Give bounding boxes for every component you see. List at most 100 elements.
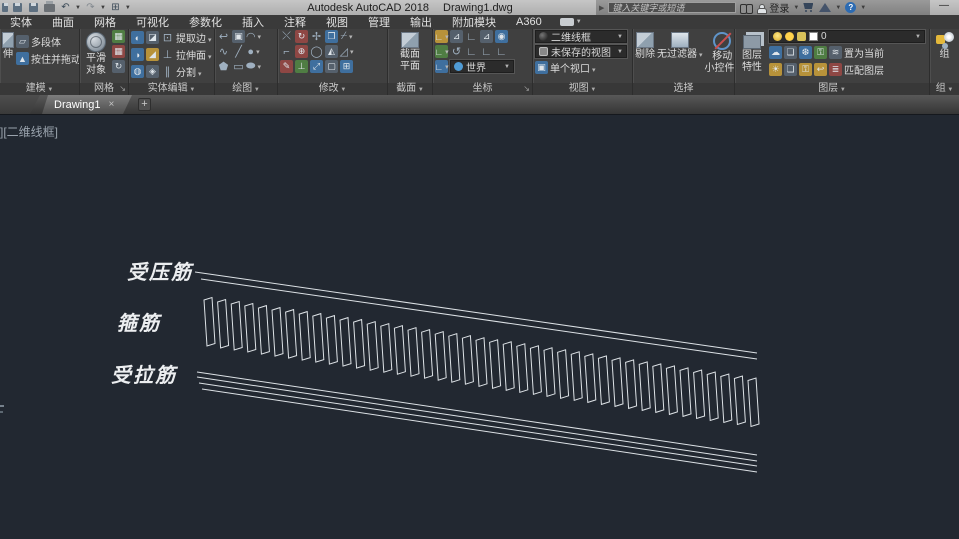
mesh-refine-icon[interactable]: ▦ <box>112 30 125 43</box>
undo-dropdown-icon[interactable]: ▼ <box>75 5 81 11</box>
move-gizmo-button[interactable]: 移动 小控件 <box>705 30 734 82</box>
layer-prev-icon[interactable]: ↩ <box>814 63 827 76</box>
layer-freeze-icon[interactable]: ❆ <box>799 46 812 59</box>
a360-icon[interactable] <box>819 3 831 12</box>
minimize-button[interactable]: — <box>939 0 949 11</box>
tab-parametric[interactable]: 参数化 <box>179 15 232 29</box>
ucs-view-icon[interactable]: ∟ <box>435 60 448 73</box>
panel-label-section[interactable]: 截面 <box>388 83 432 95</box>
visual-style-combo[interactable]: 二维线框 ▼ <box>535 30 627 43</box>
rectangle-icon[interactable]: ▭ <box>232 60 245 73</box>
region-icon[interactable]: ▣ <box>232 30 245 43</box>
no-filter-button[interactable]: 无过滤器 <box>657 30 703 82</box>
sign-in-dropdown-icon[interactable]: ▼ <box>793 5 799 11</box>
array-icon[interactable]: ⊕ <box>295 45 308 58</box>
separate-button[interactable]: 分割 <box>176 64 202 79</box>
undo-icon[interactable]: ↶ <box>59 2 72 14</box>
layer-properties-button[interactable]: 图层 特性 <box>737 30 767 82</box>
save-icon[interactable] <box>11 2 24 14</box>
ucs-origin-icon[interactable]: ∟ <box>435 45 448 58</box>
panel-label-solid-editing[interactable]: 实体编辑 <box>129 83 214 95</box>
app-store-icon[interactable] <box>803 3 815 12</box>
interfere-icon[interactable]: ◍ <box>131 65 144 78</box>
polygon-icon[interactable]: ⬟ <box>217 60 230 73</box>
match-layer-button[interactable]: 匹配图层 <box>844 62 884 77</box>
culling-button[interactable]: 剔除 <box>635 30 655 82</box>
ucs-z-icon[interactable]: ∟ <box>495 45 508 58</box>
mesh-launcher-icon[interactable]: ↘ <box>119 84 126 94</box>
layer-off-icon[interactable]: ☁ <box>769 46 782 59</box>
tab-visualize[interactable]: 可视化 <box>126 15 179 29</box>
move-icon[interactable]: ✢ <box>310 30 323 43</box>
layer-merge-icon[interactable]: ≣ <box>829 63 842 76</box>
tab-manage[interactable]: 管理 <box>358 15 400 29</box>
tab-mesh[interactable]: 网格 <box>84 15 126 29</box>
polysolid-button[interactable]: ▱ 多段体 <box>16 34 79 49</box>
intersect-icon[interactable]: ◑ <box>131 48 144 61</box>
panel-label-selection[interactable]: 选择 <box>633 83 734 95</box>
union-icon[interactable]: ◐ <box>131 31 144 44</box>
layer-combo[interactable]: 0 ▼ <box>769 30 925 43</box>
circle-icon[interactable]: ● <box>247 45 260 58</box>
scale-icon[interactable]: ⤢ <box>310 60 323 73</box>
tab-annotate[interactable]: 注释 <box>274 15 316 29</box>
section-plane-button[interactable]: 截面 平面 <box>400 30 420 82</box>
tab-view[interactable]: 视图 <box>316 15 358 29</box>
layer-on-all-icon[interactable]: ☀ <box>769 63 782 76</box>
viewport-config-button[interactable]: ▣ 单个视口 <box>535 60 630 75</box>
featured-apps-icon[interactable] <box>560 18 574 26</box>
sign-in-label[interactable]: 登录 <box>769 0 789 15</box>
tab-addins[interactable]: 附加模块 <box>442 15 506 29</box>
a360-dropdown-icon[interactable]: ▼ <box>835 5 841 11</box>
file-tab-drawing1[interactable]: Drawing1 × <box>42 95 132 114</box>
copy-icon[interactable]: ❐ <box>325 30 338 43</box>
extrude-faces-icon[interactable]: ⊥ <box>161 48 174 61</box>
shell-icon[interactable]: ◈ <box>146 65 159 78</box>
ucs-previous-icon[interactable]: ∟ <box>465 30 478 43</box>
ucs-world-icon[interactable]: ◉ <box>495 30 508 43</box>
layer-lock-icon[interactable]: ⚿ <box>814 46 827 59</box>
tab-output[interactable]: 输出 <box>400 15 442 29</box>
ucs-object-icon[interactable]: ⊿ <box>480 30 493 43</box>
ucs-x-icon[interactable]: ∟ <box>465 45 478 58</box>
help-search-input[interactable] <box>608 2 736 13</box>
extract-edges-button[interactable]: 提取边 <box>176 30 212 45</box>
layer-unlock2-icon[interactable]: ⚿ <box>799 63 812 76</box>
line-icon[interactable]: ╱ <box>232 45 245 58</box>
tab-insert[interactable]: 插入 <box>232 15 274 29</box>
plot-style-icon[interactable]: ⊞ <box>109 2 122 14</box>
offset-icon[interactable]: ◯ <box>310 45 323 58</box>
workspace-icon[interactable] <box>2 2 8 14</box>
panel-label-layers[interactable]: 图层 <box>735 83 929 95</box>
subtract-icon[interactable]: ◪ <box>146 31 159 44</box>
mesh-rotate-icon[interactable]: ↻ <box>112 60 125 73</box>
ellipse-icon[interactable]: ⬬ <box>247 60 260 73</box>
stretch-icon[interactable]: ▢ <box>325 60 338 73</box>
layer-walk-icon[interactable]: ≋ <box>829 46 842 59</box>
trim-icon[interactable]: ⤬ <box>280 30 293 43</box>
ucs-icon[interactable]: ∟ <box>435 30 448 43</box>
fillet-edge-icon[interactable]: ◢ <box>146 48 159 61</box>
help-dropdown-icon[interactable]: ▼ <box>860 5 866 11</box>
polyline-icon[interactable]: ↩ <box>217 30 230 43</box>
extrude-faces-button[interactable]: 拉伸面 <box>176 47 212 62</box>
group-button[interactable]: 组 <box>936 30 954 82</box>
user-icon[interactable] <box>757 4 765 12</box>
save-as-icon[interactable] <box>27 2 40 14</box>
model-space-canvas[interactable]: ][二维线框] 受压筋 箍筋 受拉筋 <box>0 114 959 539</box>
panel-label-coordinates[interactable]: 坐标↘ <box>433 83 532 95</box>
ucs-y-icon[interactable]: ∟ <box>480 45 493 58</box>
print-icon[interactable] <box>43 2 56 14</box>
layer-isolate-icon[interactable]: ❏ <box>784 46 797 59</box>
fillet-icon[interactable]: ⌐ <box>280 45 293 58</box>
qat-customize-icon[interactable]: ▼ <box>125 5 131 11</box>
coordinates-launcher-icon[interactable]: ↘ <box>523 84 530 94</box>
featured-apps-dropdown-icon[interactable]: ▼ <box>576 19 582 25</box>
array-rect-icon[interactable]: ⊞ <box>340 60 353 73</box>
redo-icon[interactable]: ↷ <box>84 2 97 14</box>
arc-icon[interactable]: ◠ <box>247 30 260 43</box>
chamfer-icon[interactable]: ◿ <box>340 45 353 58</box>
extract-edges-icon[interactable]: ⊡ <box>161 31 174 44</box>
presspull-button[interactable]: ▲ 按住并拖动 <box>16 51 79 66</box>
panel-label-view[interactable]: 视图 <box>533 83 632 95</box>
